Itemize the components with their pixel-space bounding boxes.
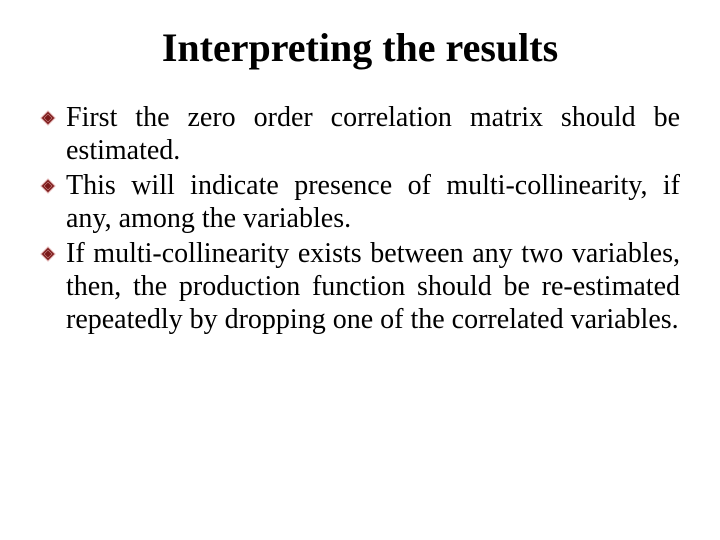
- diamond-bullet-icon: [40, 101, 66, 134]
- bullet-item: This will indicate presence of multi-col…: [40, 169, 680, 235]
- slide-title: Interpreting the results: [40, 24, 680, 71]
- diamond-bullet-icon: [40, 169, 66, 202]
- bullet-text: If multi-collinearity exists between any…: [66, 238, 680, 335]
- slide-body: First the zero order correlation matrix …: [40, 101, 680, 336]
- bullet-text: First the zero order correlation matrix …: [66, 102, 680, 166]
- slide: Interpreting the results First the zero …: [0, 0, 720, 540]
- diamond-bullet-icon: [40, 237, 66, 270]
- bullet-item: If multi-collinearity exists between any…: [40, 237, 680, 336]
- bullet-text: This will indicate presence of multi-col…: [66, 170, 680, 234]
- bullet-item: First the zero order correlation matrix …: [40, 101, 680, 167]
